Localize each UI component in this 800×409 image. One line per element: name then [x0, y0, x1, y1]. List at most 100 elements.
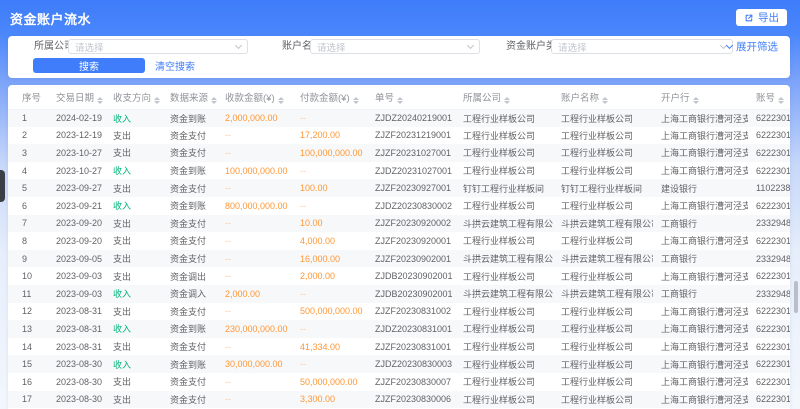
cell-direction: 收入 — [105, 162, 162, 180]
cell-outflow: 100,000,000.00 — [292, 144, 367, 162]
cell-outflow: -- — [292, 109, 367, 127]
cell-index: 16 — [8, 373, 48, 391]
sort-icon[interactable] — [97, 97, 103, 105]
cell-index: 2 — [8, 127, 48, 145]
cell-trade-date: 2023-10-27 — [48, 144, 105, 162]
table-row: 72023-09-20支出资金支付--10.00ZJZF20230920002斗… — [8, 215, 790, 233]
sort-icon[interactable] — [278, 97, 284, 105]
col-header-direction[interactable]: 收支方向 — [105, 85, 162, 109]
cell-account-name: 工程行业样板公司 — [553, 320, 653, 338]
cell-bank: 上海工商银行漕河泾支行 — [653, 197, 748, 215]
cell-account-name: 工程行业样板公司 — [553, 197, 653, 215]
cell-outflow: 3,300.00 — [292, 391, 367, 409]
sort-icon[interactable] — [504, 97, 510, 105]
cell-source: 资金支付 — [162, 303, 217, 321]
col-header-source[interactable]: 数据来源 — [162, 85, 217, 109]
cell-account-name: 工程行业样板公司 — [553, 391, 653, 409]
cell-inflow: -- — [217, 127, 292, 145]
sort-icon[interactable] — [778, 97, 784, 105]
col-header-label: 单号 — [375, 93, 394, 104]
page-title: 资金账户流水 — [10, 9, 91, 28]
sort-icon[interactable] — [211, 97, 217, 105]
cell-bank: 上海工商银行漕河泾支行 — [653, 320, 748, 338]
account-name-filter-select[interactable]: 请选择 — [310, 39, 480, 54]
sort-icon[interactable] — [353, 97, 359, 105]
cell-account-name: 工程行业样板公司 — [553, 373, 653, 391]
cell-inflow: -- — [217, 373, 292, 391]
cell-serial: ZJZF20230831002 — [367, 303, 455, 321]
cell-company: 工程行业样板公司 — [455, 355, 553, 373]
cell-trade-date: 2023-09-20 — [48, 215, 105, 233]
col-header-account-name[interactable]: 账户名称 — [553, 85, 653, 109]
col-header-label: 开户行 — [661, 93, 690, 104]
cell-company: 工程行业样板公司 — [455, 338, 553, 356]
cell-source: 资金到账 — [162, 109, 217, 127]
vertical-scrollbar-thumb[interactable] — [794, 281, 798, 313]
account-type-filter-placeholder: 请选择 — [558, 40, 587, 54]
cell-outflow: -- — [292, 162, 367, 180]
cell-company: 工程行业样板公司 — [455, 232, 553, 250]
col-header-company[interactable]: 所属公司 — [455, 85, 553, 109]
cell-account-no: 622230111 — [748, 162, 790, 180]
filter-panel: 所属公司 请选择 账户名称 请选择 资金账户类型 请选择 展开筛选 搜索 清空搜… — [8, 36, 790, 78]
cell-direction: 收入 — [105, 285, 162, 303]
table-row: 102023-09-03支出资金调出--2,000.00ZJDB20230902… — [8, 267, 790, 285]
cell-inflow: 230,000,000.00 — [217, 320, 292, 338]
cell-index: 15 — [8, 355, 48, 373]
col-header-trade-date[interactable]: 交易日期 — [48, 85, 105, 109]
cell-bank: 上海工商银行漕河泾支行 — [653, 144, 748, 162]
cell-company: 工程行业样板公司 — [455, 144, 553, 162]
cell-account-name: 工程行业样板公司 — [553, 162, 653, 180]
cell-trade-date: 2023-08-30 — [48, 391, 105, 409]
cell-serial: ZJZF20230927001 — [367, 179, 455, 197]
cell-trade-date: 2023-08-30 — [48, 355, 105, 373]
cell-account-no: 110223825 — [748, 179, 790, 197]
cell-outflow: 41,334.00 — [292, 338, 367, 356]
cell-direction: 支出 — [105, 303, 162, 321]
floating-side-handle[interactable] — [0, 170, 5, 202]
cell-outflow: 2,000.00 — [292, 267, 367, 285]
cell-serial: ZJDB20230902001 — [367, 285, 455, 303]
cell-index: 1 — [8, 109, 48, 127]
cell-outflow: 50,000,000.00 — [292, 373, 367, 391]
cell-inflow: 30,000,000.00 — [217, 355, 292, 373]
col-header-account-no[interactable]: 账号 — [748, 85, 790, 109]
cell-trade-date: 2024-02-19 — [48, 109, 105, 127]
cell-index: 5 — [8, 179, 48, 197]
export-button[interactable]: 导出 — [736, 9, 787, 26]
cell-inflow: -- — [217, 144, 292, 162]
col-header-serial[interactable]: 单号 — [367, 85, 455, 109]
sort-icon[interactable] — [693, 97, 699, 105]
cell-account-name: 工程行业样板公司 — [553, 267, 653, 285]
cell-account-no: 233294894 — [748, 250, 790, 268]
company-filter-select[interactable]: 请选择 — [68, 39, 248, 54]
cell-serial: ZJZF20230831001 — [367, 338, 455, 356]
cell-account-no: 622230111 — [748, 232, 790, 250]
clear-search-button[interactable]: 清空搜索 — [155, 58, 195, 73]
export-button-label: 导出 — [758, 10, 779, 25]
cell-index: 9 — [8, 250, 48, 268]
cell-index: 17 — [8, 391, 48, 409]
col-header-inflow[interactable]: 收款金额(¥) — [217, 85, 292, 109]
col-header-bank[interactable]: 开户行 — [653, 85, 748, 109]
cell-index: 14 — [8, 338, 48, 356]
col-header-outflow[interactable]: 付款金额(¥) — [292, 85, 367, 109]
cell-direction: 支出 — [105, 338, 162, 356]
cell-bank: 工商银行 — [653, 285, 748, 303]
search-button[interactable]: 搜索 — [33, 58, 145, 73]
expand-filters-link[interactable]: 展开筛选 — [727, 39, 778, 54]
cell-bank: 上海工商银行漕河泾支行 — [653, 391, 748, 409]
sort-icon[interactable] — [154, 97, 160, 105]
col-header-label: 所属公司 — [463, 93, 501, 104]
sort-icon[interactable] — [602, 97, 608, 105]
transactions-table-card: 序号交易日期收支方向数据来源收款金额(¥)付款金额(¥)单号所属公司账户名称开户… — [8, 85, 790, 409]
account-type-filter-select[interactable]: 请选择 — [551, 39, 733, 54]
cell-index: 12 — [8, 303, 48, 321]
sort-icon[interactable] — [397, 97, 403, 105]
cell-serial: ZJZF20231027001 — [367, 144, 455, 162]
cell-account-name: 工程行业样板公司 — [553, 303, 653, 321]
cell-direction: 收入 — [105, 355, 162, 373]
cell-bank: 上海工商银行漕河泾支行 — [653, 127, 748, 145]
cell-direction: 支出 — [105, 215, 162, 233]
cell-trade-date: 2023-09-05 — [48, 250, 105, 268]
